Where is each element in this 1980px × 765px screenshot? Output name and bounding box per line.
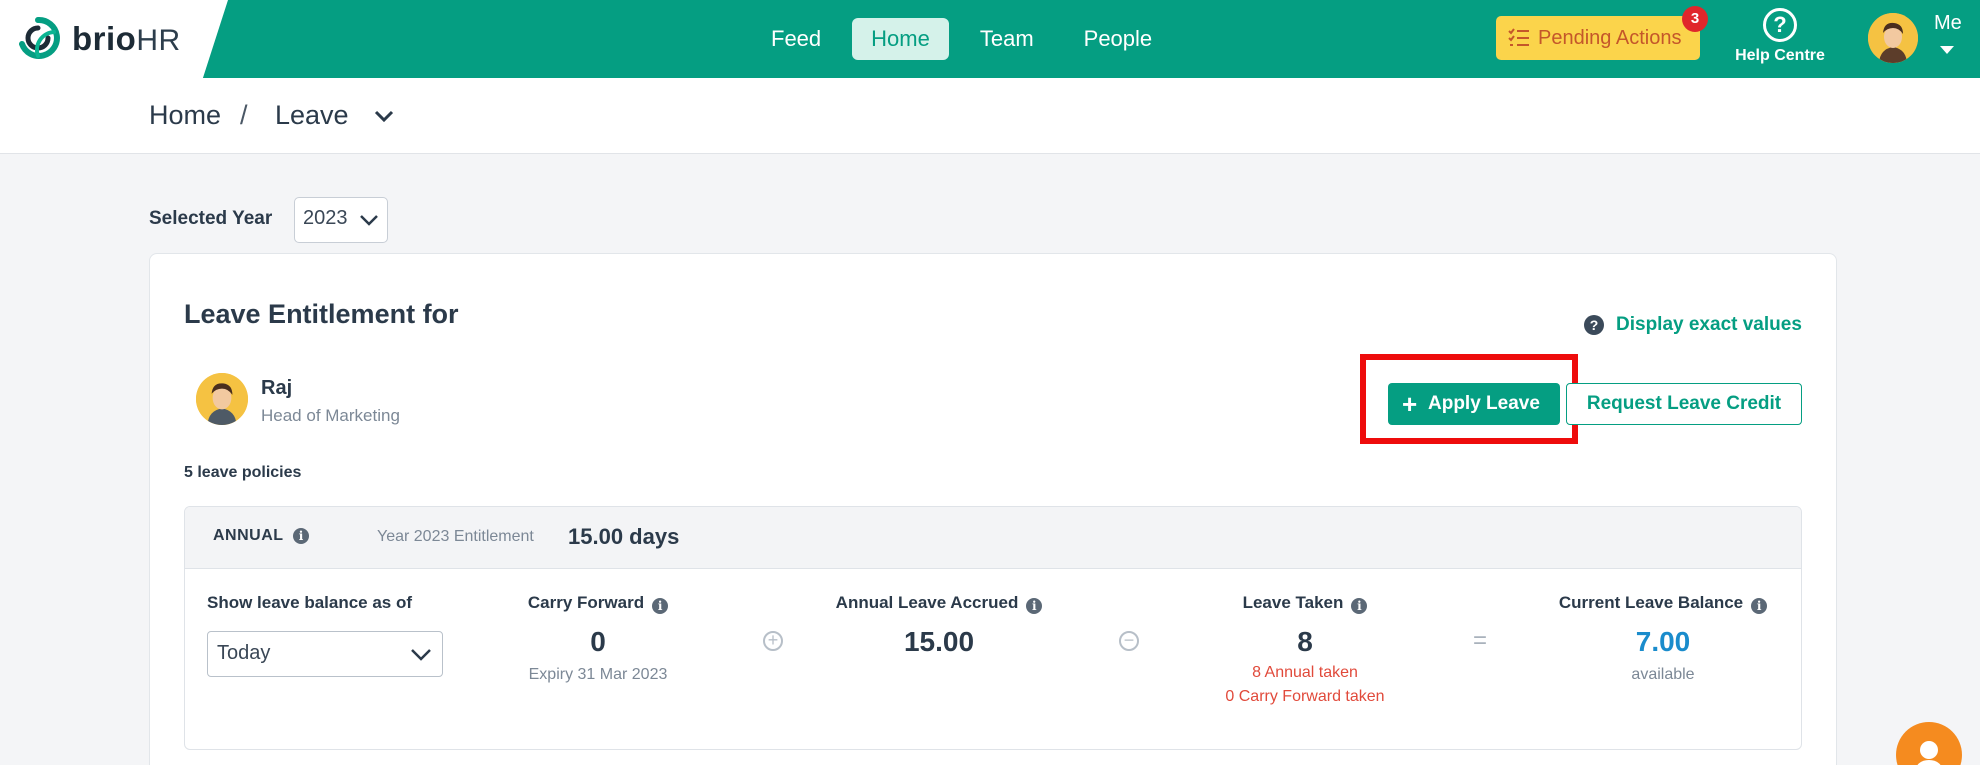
chat-support-button[interactable] xyxy=(1896,722,1962,765)
accrued-column: Annual Leave Accrued i 15.00 xyxy=(819,593,1059,658)
balance-date-select[interactable]: Today xyxy=(207,631,443,677)
balance-label: Current Leave Balance xyxy=(1558,593,1744,612)
balance-value: 7.00 xyxy=(1635,626,1691,657)
carry-forward-label: Carry Forward xyxy=(527,593,645,612)
policy-name: ANNUAL xyxy=(213,527,284,544)
chevron-down-icon[interactable] xyxy=(372,104,396,128)
employee-name: Raj xyxy=(261,377,293,399)
chevron-down-icon xyxy=(411,649,431,661)
help-centre-label: Help Centre xyxy=(1735,47,1825,64)
equals-icon: = xyxy=(1473,627,1488,654)
user-avatar[interactable] xyxy=(1868,13,1918,63)
nav-home[interactable]: Home xyxy=(852,18,949,60)
carry-forward-value: 0 xyxy=(590,626,606,657)
leave-taken-column: Leave Taken i 8 8 Annual taken 0 Carry Fo… xyxy=(1185,593,1425,706)
carry-forward-column: Carry Forward i 0 Expiry 31 Mar 2023 xyxy=(503,593,693,684)
card-title: Leave Entitlement for xyxy=(184,299,459,329)
selected-year-label: Selected Year xyxy=(149,208,273,229)
display-exact-values-link[interactable]: ? Display exact values xyxy=(1584,314,1802,336)
carry-forward-taken-text: 0 Carry Forward taken xyxy=(1225,688,1385,705)
leave-policy-panel: ANNUAL i Year 2023 Entitlement 15.00 day… xyxy=(184,506,1802,750)
help-centre-button[interactable]: ? Help Centre xyxy=(1728,6,1832,70)
question-circle-icon: ? xyxy=(1584,315,1604,335)
carry-forward-expiry: Expiry 31 Mar 2023 xyxy=(528,666,668,683)
chevron-down-icon xyxy=(360,215,378,226)
highlight-box xyxy=(1360,354,1578,444)
pending-actions-label: Pending Actions xyxy=(1538,27,1682,49)
display-exact-values-label: Display exact values xyxy=(1616,314,1802,335)
year-select-value: 2023 xyxy=(303,207,348,229)
entitlement-label: Year 2023 Entitlement xyxy=(377,528,534,545)
me-label[interactable]: Me xyxy=(1934,12,1962,35)
top-navigation-bar: brioHR Feed Home Team People Pending Act… xyxy=(0,0,1980,78)
logo-text: brioHR xyxy=(72,20,181,57)
breadcrumb-current: Leave xyxy=(275,100,349,130)
entitlement-value: 15.00 days xyxy=(568,524,680,549)
year-select[interactable]: 2023 xyxy=(294,197,388,243)
employee-avatar xyxy=(196,373,248,425)
caret-down-icon[interactable] xyxy=(1940,46,1954,54)
minus-circle-icon: − xyxy=(1119,631,1139,651)
avatar-icon xyxy=(196,373,248,425)
info-icon[interactable]: i xyxy=(1026,598,1043,614)
info-icon[interactable]: i xyxy=(1351,598,1368,614)
pending-count-badge: 3 xyxy=(1682,6,1708,32)
info-icon[interactable]: i xyxy=(1751,598,1768,614)
accrued-value: 15.00 xyxy=(903,626,975,657)
nav-team[interactable]: Team xyxy=(961,18,1053,60)
question-circle-icon: ? xyxy=(1763,8,1797,42)
info-icon[interactable]: i xyxy=(293,528,309,544)
person-icon xyxy=(1917,741,1941,765)
policy-header: ANNUAL i Year 2023 Entitlement 15.00 day… xyxy=(185,507,1801,569)
annual-taken-text: 8 Annual taken xyxy=(1252,664,1358,681)
breadcrumb-separator: / xyxy=(240,100,248,130)
main-nav: Feed Home Team People xyxy=(752,18,1171,60)
balance-sub: available xyxy=(1631,666,1695,683)
show-balance-as-of-label: Show leave balance as of xyxy=(207,593,413,612)
employee-role: Head of Marketing xyxy=(261,406,400,425)
checklist-icon xyxy=(1508,28,1529,46)
policies-count: 5 leave policies xyxy=(184,464,302,481)
breadcrumb-bar: Home / Leave xyxy=(0,78,1980,154)
balance-column: Current Leave Balance i 7.00 available xyxy=(1523,593,1801,684)
brio-logo-icon xyxy=(19,16,60,59)
nav-feed[interactable]: Feed xyxy=(752,18,840,60)
leave-taken-value: 8 xyxy=(1297,626,1313,657)
accrued-label: Annual Leave Accrued xyxy=(835,593,1019,612)
pending-actions-button[interactable]: Pending Actions xyxy=(1496,16,1700,60)
breadcrumb-home[interactable]: Home xyxy=(149,100,221,131)
avatar-icon xyxy=(1868,13,1918,63)
logo[interactable]: brioHR xyxy=(0,0,228,78)
nav-people[interactable]: People xyxy=(1065,18,1172,60)
balance-date-value: Today xyxy=(217,642,271,664)
info-icon[interactable]: i xyxy=(652,598,669,614)
leave-taken-label: Leave Taken xyxy=(1242,593,1344,612)
plus-circle-icon: + xyxy=(763,631,783,651)
request-leave-credit-button[interactable]: Request Leave Credit xyxy=(1566,383,1802,425)
